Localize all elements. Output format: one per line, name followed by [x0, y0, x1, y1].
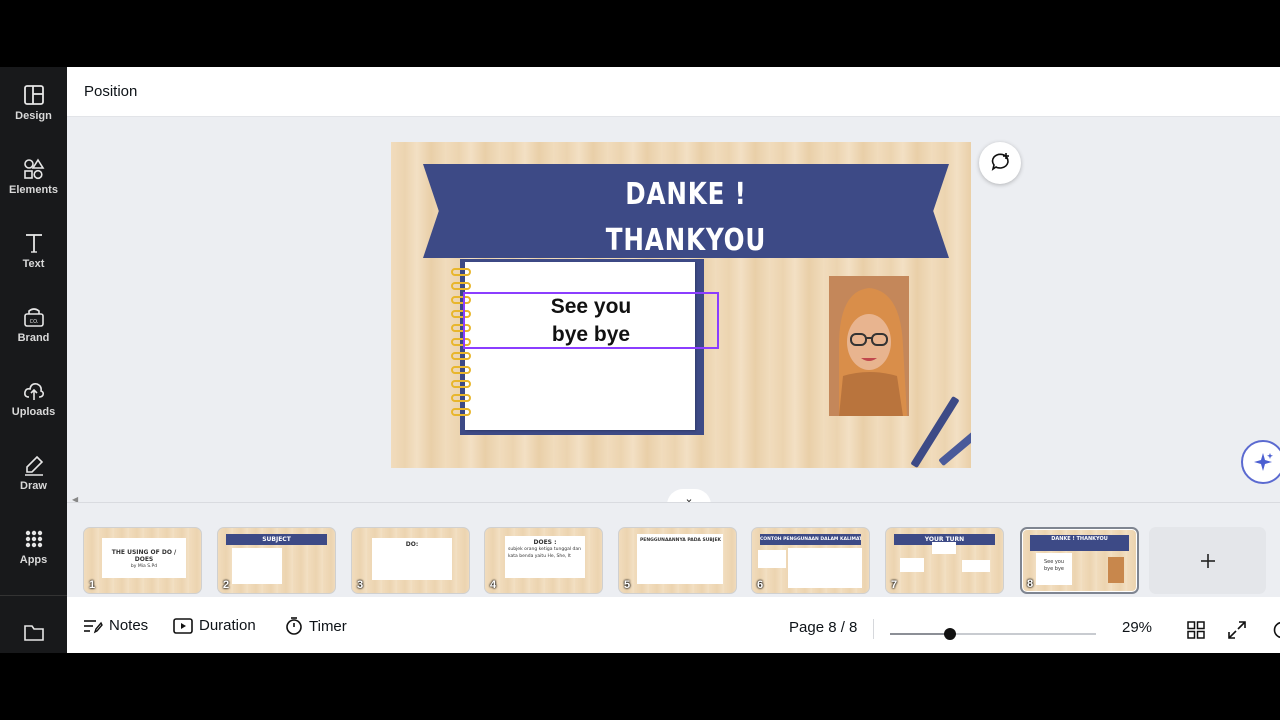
zoom-slider-fill: [890, 633, 950, 635]
page-thumbnail-5[interactable]: PENGGUNAANNYA PADA SUBJEK 5: [618, 527, 737, 594]
sidebar-item-folder[interactable]: [0, 621, 67, 645]
page-thumbnail-8[interactable]: DANKE ! THANKYOU See you bye bye 8: [1020, 527, 1139, 594]
add-page-button[interactable]: [1149, 527, 1266, 594]
sidebar-item-label: Design: [15, 110, 52, 122]
folder-icon: [23, 625, 44, 641]
position-button[interactable]: Position: [84, 83, 137, 100]
page-thumbnail-3[interactable]: DO: 3: [351, 527, 470, 594]
notes-label: Notes: [109, 617, 149, 634]
profile-photo[interactable]: [829, 276, 909, 416]
slide-canvas[interactable]: DANKE ! THANKYOU See you bye bye: [391, 142, 971, 468]
text-icon: [25, 234, 42, 253]
thumb-title: SUBJECT: [226, 534, 327, 545]
grid-view-button[interactable]: [1187, 621, 1205, 643]
page-filmstrip: THE USING OF DO / DOES by Mia S.Pd 1 SUB…: [67, 502, 1280, 597]
page-thumbnail-4[interactable]: DOES : subjek orang ketiga tunggal dan k…: [484, 527, 603, 594]
page-thumbnail-2[interactable]: SUBJECT 2: [217, 527, 336, 594]
page-thumbnail-1[interactable]: THE USING OF DO / DOES by Mia S.Pd 1: [83, 527, 202, 594]
sidebar-item-text[interactable]: Text: [0, 232, 67, 292]
notes-icon: [84, 619, 103, 633]
sidebar-item-apps[interactable]: Apps: [0, 528, 67, 588]
page-thumbnail-6[interactable]: CONTOH PENGGUNAAN DALAM KALIMAT 6: [751, 527, 870, 594]
notes-button[interactable]: Notes: [83, 617, 148, 634]
draw-icon: [24, 455, 43, 476]
selection-outline[interactable]: [463, 292, 719, 349]
person-photo-image: [829, 276, 909, 416]
thumb-number: 4: [490, 579, 497, 591]
zoom-level[interactable]: 29%: [1122, 619, 1152, 636]
banner-line-2: THANKYOU: [605, 223, 767, 258]
comment-plus-icon: [991, 153, 1009, 171]
shapes-icon: [23, 158, 44, 180]
fullscreen-button[interactable]: [1228, 621, 1246, 643]
sidebar-item-label: Elements: [9, 184, 58, 196]
thumb-title: DOES :: [533, 539, 557, 546]
zoom-slider[interactable]: [890, 628, 1096, 640]
sparkle-icon: [1254, 453, 1273, 471]
brand-icon: CO.: [23, 308, 44, 327]
svg-text:CO.: CO.: [29, 319, 38, 325]
thumb-number: 5: [624, 579, 631, 591]
page-thumbnail-7[interactable]: YOUR TURN 7: [885, 527, 1004, 594]
sidebar-item-label: Apps: [19, 554, 48, 566]
thumb-number: 7: [891, 579, 898, 591]
canvas-area: DANKE ! THANKYOU See you bye bye ◀ ⌄: [67, 117, 1280, 505]
sidebar-item-label: Uploads: [11, 406, 56, 418]
sidebar-item-uploads[interactable]: Uploads: [0, 380, 67, 440]
thumb-title: DANKE ! THANKYOU: [1030, 535, 1129, 551]
expand-icon: [1228, 621, 1246, 639]
banner-title[interactable]: DANKE ! THANKYOU: [470, 172, 901, 264]
toolbar-divider: [873, 619, 874, 639]
pencil-decoration: [938, 427, 971, 467]
magic-assistant-button[interactable]: [1241, 440, 1280, 484]
thumb-photo: [1108, 557, 1124, 583]
thumb-title: PENGGUNAANNYA PADA SUBJEK: [640, 538, 722, 543]
thumb-title: THE USING OF DO / DOES: [111, 549, 177, 563]
sidebar-item-elements[interactable]: Elements: [0, 158, 67, 218]
sidebar-item-brand[interactable]: CO. Brand: [0, 306, 67, 366]
apps-grid-icon: [25, 530, 42, 548]
play-icon: [173, 617, 193, 634]
upload-cloud-icon: [23, 383, 44, 400]
plus-icon: [1200, 553, 1215, 568]
thumb-number: 2: [223, 579, 230, 591]
page-indicator[interactable]: Page 8 / 8: [789, 619, 857, 636]
zoom-slider-handle[interactable]: [944, 628, 956, 640]
thumb-number: 1: [89, 579, 96, 591]
grid-view-icon: [1187, 621, 1205, 639]
context-toolbar: Position: [67, 67, 1280, 117]
thumb-title: DO:: [405, 541, 419, 548]
sidebar-item-label: Brand: [17, 332, 50, 344]
timer-label: Timer: [309, 617, 347, 635]
thumb-number: 8: [1027, 578, 1034, 590]
thumb-body: by Mia S.Pd: [130, 564, 158, 569]
sidebar-item-design[interactable]: Design: [0, 84, 67, 144]
help-button[interactable]: [1273, 621, 1280, 643]
editor-window: Design Elements Text CO. Brand Uploads D…: [0, 67, 1280, 653]
thumb-number: 3: [357, 579, 364, 591]
add-comment-button[interactable]: [979, 142, 1021, 184]
bottom-toolbar: Notes Duration Timer Page 8 / 8 29%: [67, 597, 1280, 653]
thumb-number: 6: [757, 579, 764, 591]
duration-label: Duration: [199, 617, 256, 634]
thumb-body: See you bye bye: [1043, 559, 1065, 572]
stopwatch-icon: [286, 617, 302, 635]
thumb-title: CONTOH PENGGUNAAN DALAM KALIMAT: [760, 534, 861, 545]
sidebar-item-label: Text: [22, 258, 45, 270]
help-icon: [1273, 621, 1280, 639]
sidebar-item-draw[interactable]: Draw: [0, 454, 67, 514]
sidebar-item-label: Draw: [20, 480, 47, 492]
sidebar-divider: [0, 595, 67, 596]
layout-icon: [23, 85, 44, 105]
timer-button[interactable]: Timer: [285, 617, 347, 635]
duration-button[interactable]: Duration: [173, 617, 256, 634]
thumb-body: subjek orang ketiga tunggal dan kata ben…: [508, 547, 581, 559]
banner-line-1: DANKE !: [625, 177, 747, 212]
left-sidebar: Design Elements Text CO. Brand Uploads D…: [0, 67, 67, 653]
